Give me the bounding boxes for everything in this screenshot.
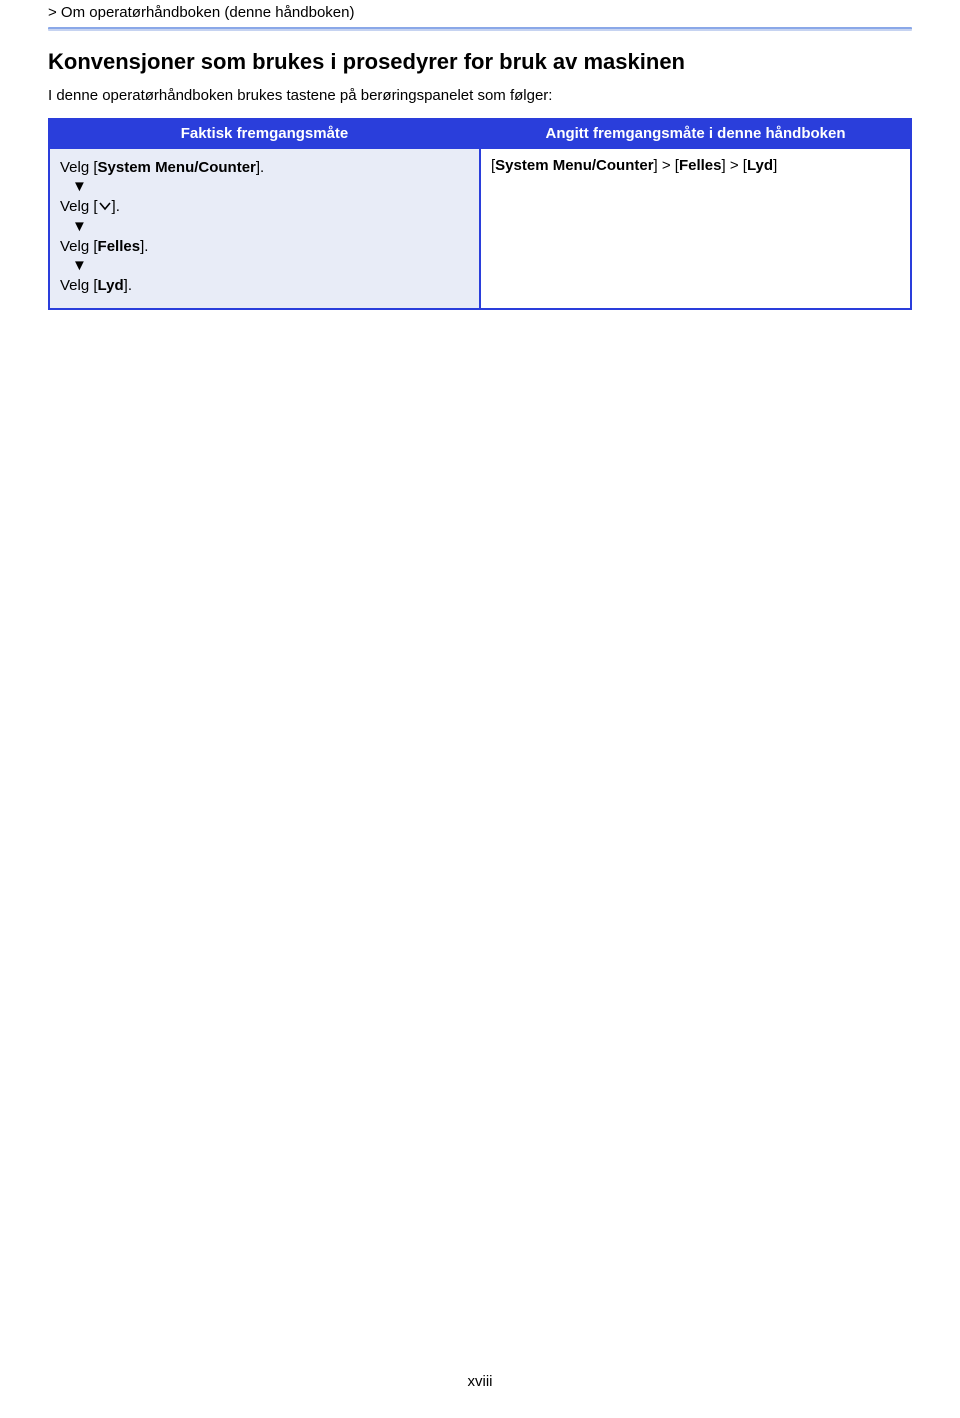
chevron-down-icon xyxy=(98,197,112,218)
cell-shown-procedure: [System Menu/Counter] > [Felles] > [Lyd] xyxy=(480,148,911,309)
rc-bold: System Menu/Counter xyxy=(495,157,653,174)
rc-bold: Lyd xyxy=(747,157,773,174)
arrow-down-icon: ▼ xyxy=(60,178,469,196)
rc-text: ] > [ xyxy=(654,157,679,174)
table-row: Velg [System Menu/Counter]. ▼ Velg []. ▼… xyxy=(49,148,911,309)
step-text: ]. xyxy=(124,277,132,294)
step-bold: System Menu/Counter xyxy=(98,159,256,176)
step-bold: Felles xyxy=(98,238,141,255)
step-text: Velg [ xyxy=(60,277,98,294)
step-text: Velg [ xyxy=(60,159,98,176)
page-title: Konvensjoner som brukes i prosedyrer for… xyxy=(48,49,912,75)
step-text: Velg [ xyxy=(60,198,98,215)
step-3: Velg [Felles]. xyxy=(60,236,469,257)
cell-actual-procedure: Velg [System Menu/Counter]. ▼ Velg []. ▼… xyxy=(49,148,480,309)
arrow-down-icon: ▼ xyxy=(60,257,469,275)
step-4: Velg [Lyd]. xyxy=(60,275,469,296)
step-text: ]. xyxy=(140,238,148,255)
divider xyxy=(48,27,912,31)
step-1: Velg [System Menu/Counter]. xyxy=(60,157,469,178)
page-number: xviii xyxy=(0,1373,960,1390)
col-header-shown: Angitt fremgangsmåte i denne håndboken xyxy=(480,119,911,148)
step-text: ]. xyxy=(256,159,264,176)
rc-text: ] xyxy=(773,157,777,174)
rc-bold: Felles xyxy=(679,157,722,174)
procedure-table: Faktisk fremgangsmåte Angitt fremgangsmå… xyxy=(48,118,912,310)
step-text: ]. xyxy=(112,198,120,215)
step-2: Velg []. xyxy=(60,196,469,218)
col-header-actual: Faktisk fremgangsmåte xyxy=(49,119,480,148)
intro-text: I denne operatørhåndboken brukes tastene… xyxy=(48,87,912,104)
step-bold: Lyd xyxy=(98,277,124,294)
step-text: Velg [ xyxy=(60,238,98,255)
arrow-down-icon: ▼ xyxy=(60,218,469,236)
breadcrumb: > Om operatørhåndboken (denne håndboken) xyxy=(48,0,912,27)
rc-text: ] > [ xyxy=(722,157,747,174)
